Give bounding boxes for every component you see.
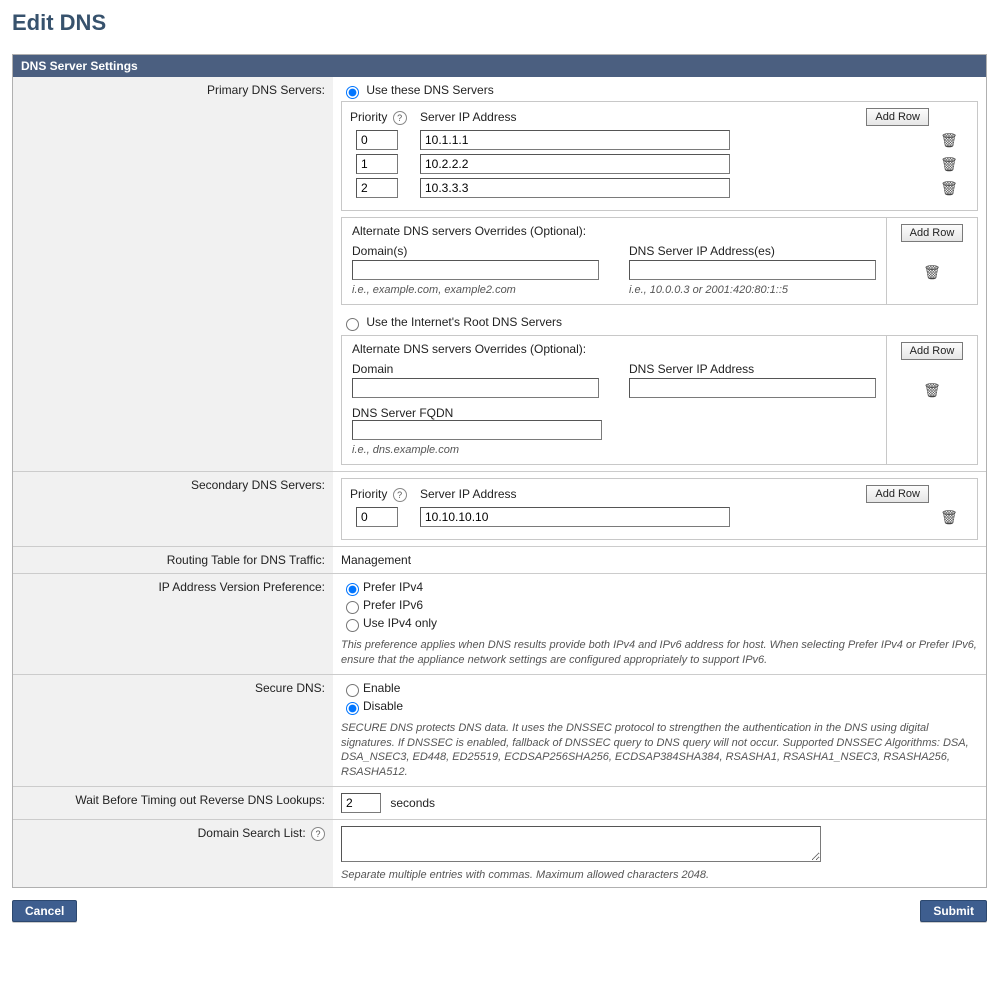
alt2-fqdn-input[interactable] <box>352 420 602 440</box>
domain-search-hint: Separate multiple entries with commas. M… <box>341 869 978 881</box>
label-routing-table: Routing Table for DNS Traffic: <box>13 547 333 574</box>
ip-pref-description: This preference applies when DNS results… <box>341 638 978 668</box>
label-secure-dns: Secure DNS: <box>13 674 333 786</box>
routing-table-value: Management <box>333 547 986 574</box>
server-ip-input[interactable] <box>420 130 730 150</box>
radio-use-root-dns-label: Use the Internet's Root DNS Servers <box>366 315 562 329</box>
col-server-ip-header: Server IP Address <box>420 110 849 124</box>
alt1-ips-hint: i.e., 10.0.0.3 or 2001:420:80:1::5 <box>629 284 876 296</box>
server-ip-input[interactable] <box>420 178 730 198</box>
alt1-title: Alternate DNS servers Overrides (Optiona… <box>352 224 876 238</box>
alt1-domains-hint: i.e., example.com, example2.com <box>352 284 599 296</box>
add-row-primary-button[interactable]: Add Row <box>866 108 929 126</box>
radio-securedns-disable-label: Disable <box>363 699 403 713</box>
submit-button[interactable]: Submit <box>920 900 987 922</box>
col-server-ip-header: Server IP Address <box>420 487 849 501</box>
alt2-title: Alternate DNS servers Overrides (Optiona… <box>352 342 876 356</box>
dns-settings-panel: DNS Server Settings Primary DNS Servers:… <box>12 54 987 888</box>
radio-use-these-dns[interactable] <box>346 86 359 99</box>
trash-icon[interactable]: 🗑 <box>940 132 958 148</box>
col-priority-header: Priority <box>350 110 387 124</box>
alt2-fqdn-hint: i.e., dns.example.com <box>352 444 876 456</box>
page-title: Edit DNS <box>12 10 987 36</box>
cancel-button[interactable]: Cancel <box>12 900 77 922</box>
alt2-ip-input[interactable] <box>629 378 876 398</box>
alt2-domain-input[interactable] <box>352 378 599 398</box>
label-secondary-dns: Secondary DNS Servers: <box>13 472 333 547</box>
trash-icon[interactable]: 🗑 <box>923 264 941 281</box>
alt1-ips-input[interactable] <box>629 260 876 280</box>
server-ip-input[interactable] <box>420 154 730 174</box>
help-icon[interactable]: ? <box>393 488 407 502</box>
help-icon[interactable]: ? <box>311 827 325 841</box>
radio-prefer-ipv6-label: Prefer IPv6 <box>363 598 423 612</box>
help-icon[interactable]: ? <box>393 111 407 125</box>
alt1-ips-label: DNS Server IP Address(es) <box>629 244 876 258</box>
alt1-domains-label: Domain(s) <box>352 244 599 258</box>
radio-securedns-enable-label: Enable <box>363 681 400 695</box>
radio-prefer-ipv6[interactable] <box>346 601 359 614</box>
priority-input[interactable] <box>356 154 398 174</box>
trash-icon[interactable]: 🗑 <box>940 156 958 172</box>
label-ip-preference: IP Address Version Preference: <box>13 574 333 675</box>
alt2-domain-label: Domain <box>352 362 599 376</box>
secure-dns-description: SECURE DNS protects DNS data. It uses th… <box>341 721 978 780</box>
radio-prefer-ipv4[interactable] <box>346 583 359 596</box>
col-priority-header: Priority <box>350 487 387 501</box>
trash-icon[interactable]: 🗑 <box>940 509 958 525</box>
priority-input[interactable] <box>356 507 398 527</box>
primary-dns-rows-box: Priority ? Server IP Address Add Row 🗑 <box>341 101 978 211</box>
secondary-dns-rows-box: Priority ? Server IP Address Add Row 🗑 <box>341 478 978 540</box>
priority-input[interactable] <box>356 178 398 198</box>
label-primary-dns: Primary DNS Servers: <box>13 77 333 472</box>
add-row-alt2-button[interactable]: Add Row <box>901 342 964 360</box>
add-row-alt1-button[interactable]: Add Row <box>901 224 964 242</box>
domain-search-list-textarea[interactable] <box>341 826 821 862</box>
label-domain-search-list: Domain Search List: ? <box>13 820 333 888</box>
primary-dns-row: 🗑 <box>350 154 969 174</box>
alt2-fqdn-label: DNS Server FQDN <box>352 406 876 420</box>
alt-dns-overrides-1: Alternate DNS servers Overrides (Optiona… <box>341 217 978 305</box>
alt-dns-overrides-2: Alternate DNS servers Overrides (Optiona… <box>341 335 978 465</box>
radio-use-root-dns[interactable] <box>346 318 359 331</box>
trash-icon[interactable]: 🗑 <box>923 382 941 399</box>
seconds-label: seconds <box>390 796 435 810</box>
server-ip-input[interactable] <box>420 507 730 527</box>
radio-securedns-enable[interactable] <box>346 684 359 697</box>
add-row-secondary-button[interactable]: Add Row <box>866 485 929 503</box>
panel-header: DNS Server Settings <box>13 55 986 77</box>
alt2-ip-label: DNS Server IP Address <box>629 362 876 376</box>
reverse-dns-timeout-input[interactable] <box>341 793 381 813</box>
radio-prefer-ipv4-label: Prefer IPv4 <box>363 580 423 594</box>
alt1-domains-input[interactable] <box>352 260 599 280</box>
primary-dns-row: 🗑 <box>350 178 969 198</box>
priority-input[interactable] <box>356 130 398 150</box>
label-reverse-dns-timeout: Wait Before Timing out Reverse DNS Looku… <box>13 787 333 820</box>
secondary-dns-row: 🗑 <box>350 507 969 527</box>
radio-securedns-disable[interactable] <box>346 702 359 715</box>
radio-use-these-dns-label: Use these DNS Servers <box>366 83 493 97</box>
trash-icon[interactable]: 🗑 <box>940 180 958 196</box>
radio-ipv4-only[interactable] <box>346 619 359 632</box>
primary-dns-row: 🗑 <box>350 130 969 150</box>
radio-ipv4-only-label: Use IPv4 only <box>363 616 437 630</box>
